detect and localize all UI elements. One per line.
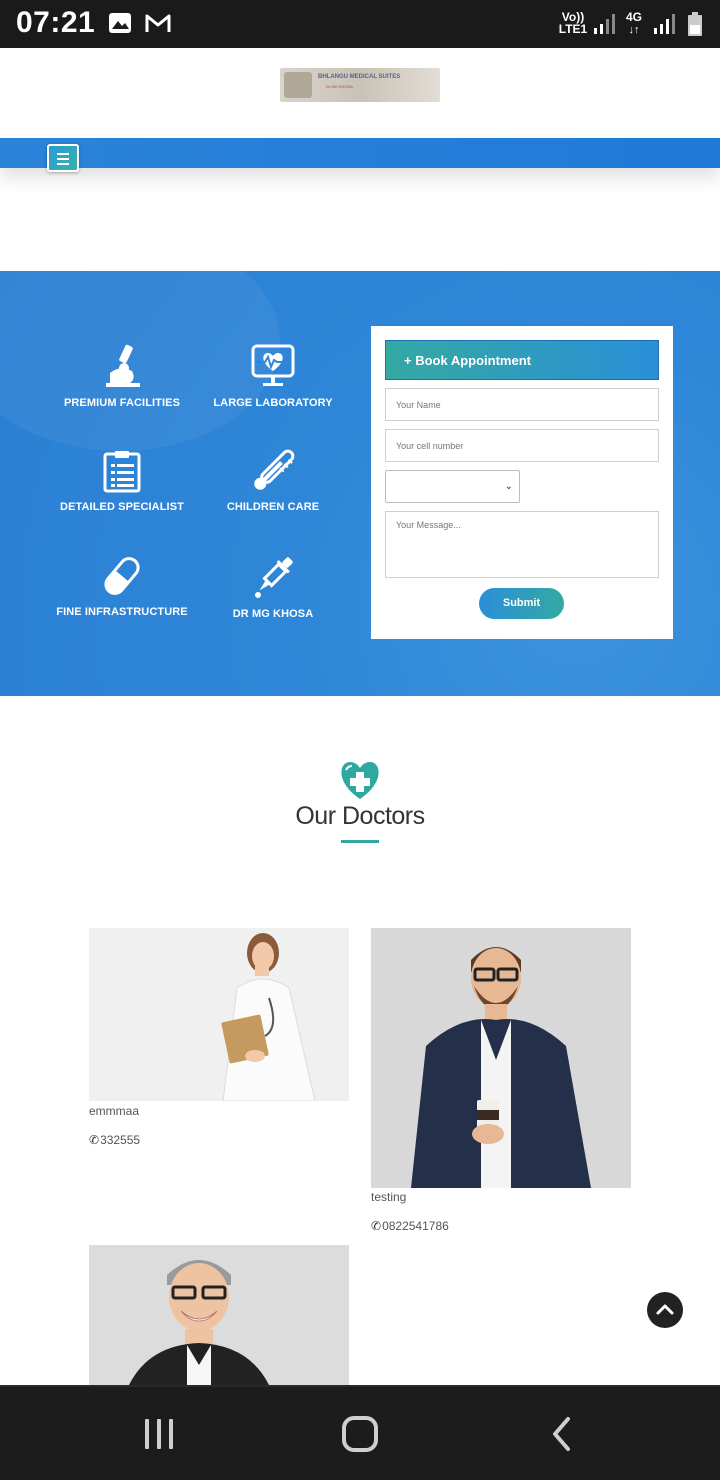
cell-number-input[interactable] [385, 429, 659, 462]
feature-large-laboratory: LARGE LABORATORY [193, 343, 353, 409]
chevron-up-icon [656, 1304, 674, 1315]
phone-number: 332555 [100, 1133, 141, 1147]
status-time: 07:21 [16, 6, 96, 39]
android-nav-bar [0, 1385, 720, 1480]
feature-label: CHILDREN CARE [226, 501, 320, 513]
clipboard-icon [103, 451, 141, 493]
name-input[interactable] [385, 388, 659, 421]
feature-label: DETAILED SPECIALIST [60, 501, 184, 513]
submit-button[interactable]: Submit [479, 588, 564, 619]
logo-figure [284, 72, 312, 98]
signal-icon-2 [652, 12, 676, 41]
site-header: BHLANGU MEDICAL SUITES Dr MG KHOSA [0, 48, 720, 138]
volte-label: Vo)) LTE1 [556, 11, 590, 35]
phone-icon: ✆ [371, 1219, 382, 1233]
phone-number: 0822541786 [382, 1219, 449, 1233]
gmail-icon [144, 12, 172, 39]
feature-label: LARGE LABORATORY [213, 397, 333, 409]
net1-bottom: LTE1 [558, 22, 588, 36]
status-bar: 07:21 Vo)) LTE1 4G ↓↑ [0, 0, 720, 48]
doctor-phone: ✆332555 [89, 1133, 140, 1147]
signal-icon [592, 12, 616, 41]
pill-icon [104, 557, 140, 595]
features-hero: PREMIUM FACILITIES LARGE LABORATORY DETA… [0, 271, 720, 696]
feature-label: DR MG KHOSA [232, 608, 314, 620]
nav-bar [0, 138, 720, 172]
title-underline [341, 840, 379, 843]
doctor-photo[interactable] [89, 928, 349, 1101]
form-title: + Book Appointment [385, 340, 659, 380]
scroll-to-top-button[interactable] [647, 1292, 683, 1328]
dropper-icon [255, 557, 293, 598]
doctor-phone: ✆0822541786 [371, 1219, 449, 1233]
battery-icon [686, 11, 704, 42]
message-textarea[interactable] [385, 511, 659, 578]
network-4g-label: 4G ↓↑ [625, 10, 642, 36]
doctor-name: testing [371, 1190, 407, 1204]
feature-fine-infrastructure: FINE INFRASTRUCTURE [42, 554, 202, 618]
logo-subtext: Dr MG KHOSA [326, 84, 353, 89]
image-icon [108, 12, 132, 39]
doctor-photo[interactable] [89, 1245, 349, 1385]
thermometer-icon [254, 449, 295, 490]
hamburger-menu-button[interactable] [47, 144, 79, 172]
menu-bar-icon [57, 163, 69, 165]
doctor-name: emmmaa [89, 1104, 140, 1118]
site-logo[interactable]: BHLANGU MEDICAL SUITES Dr MG KHOSA [280, 68, 440, 102]
feature-premium-facilities: PREMIUM FACILITIES [42, 343, 202, 409]
menu-bar-icon [57, 158, 69, 160]
microscope-icon [106, 344, 140, 387]
back-icon[interactable] [546, 1414, 578, 1454]
chevron-down-icon: ⌄ [504, 481, 513, 492]
appointment-form: + Book Appointment ⌄ Submit [371, 326, 673, 639]
home-icon[interactable] [340, 1414, 380, 1454]
logo-text: BHLANGU MEDICAL SUITES [318, 74, 401, 80]
monitor-heart-icon [251, 344, 295, 386]
heart-plus-icon [337, 760, 383, 805]
feature-children-care: CHILDREN CARE [193, 449, 353, 513]
recent-apps-icon[interactable] [140, 1415, 178, 1453]
section-title: Our Doctors [295, 802, 425, 830]
doctor-photo[interactable] [371, 928, 631, 1188]
net2-top: 4G [625, 10, 642, 24]
feature-dr-mg-khosa: DR MG KHOSA [193, 554, 353, 620]
feature-detailed-specialist: DETAILED SPECIALIST [42, 449, 202, 513]
phone-icon: ✆ [89, 1133, 100, 1147]
service-select[interactable]: ⌄ [385, 470, 520, 503]
menu-bar-icon [57, 153, 69, 155]
feature-label: PREMIUM FACILITIES [63, 397, 181, 409]
feature-label: FINE INFRASTRUCTURE [56, 606, 188, 618]
